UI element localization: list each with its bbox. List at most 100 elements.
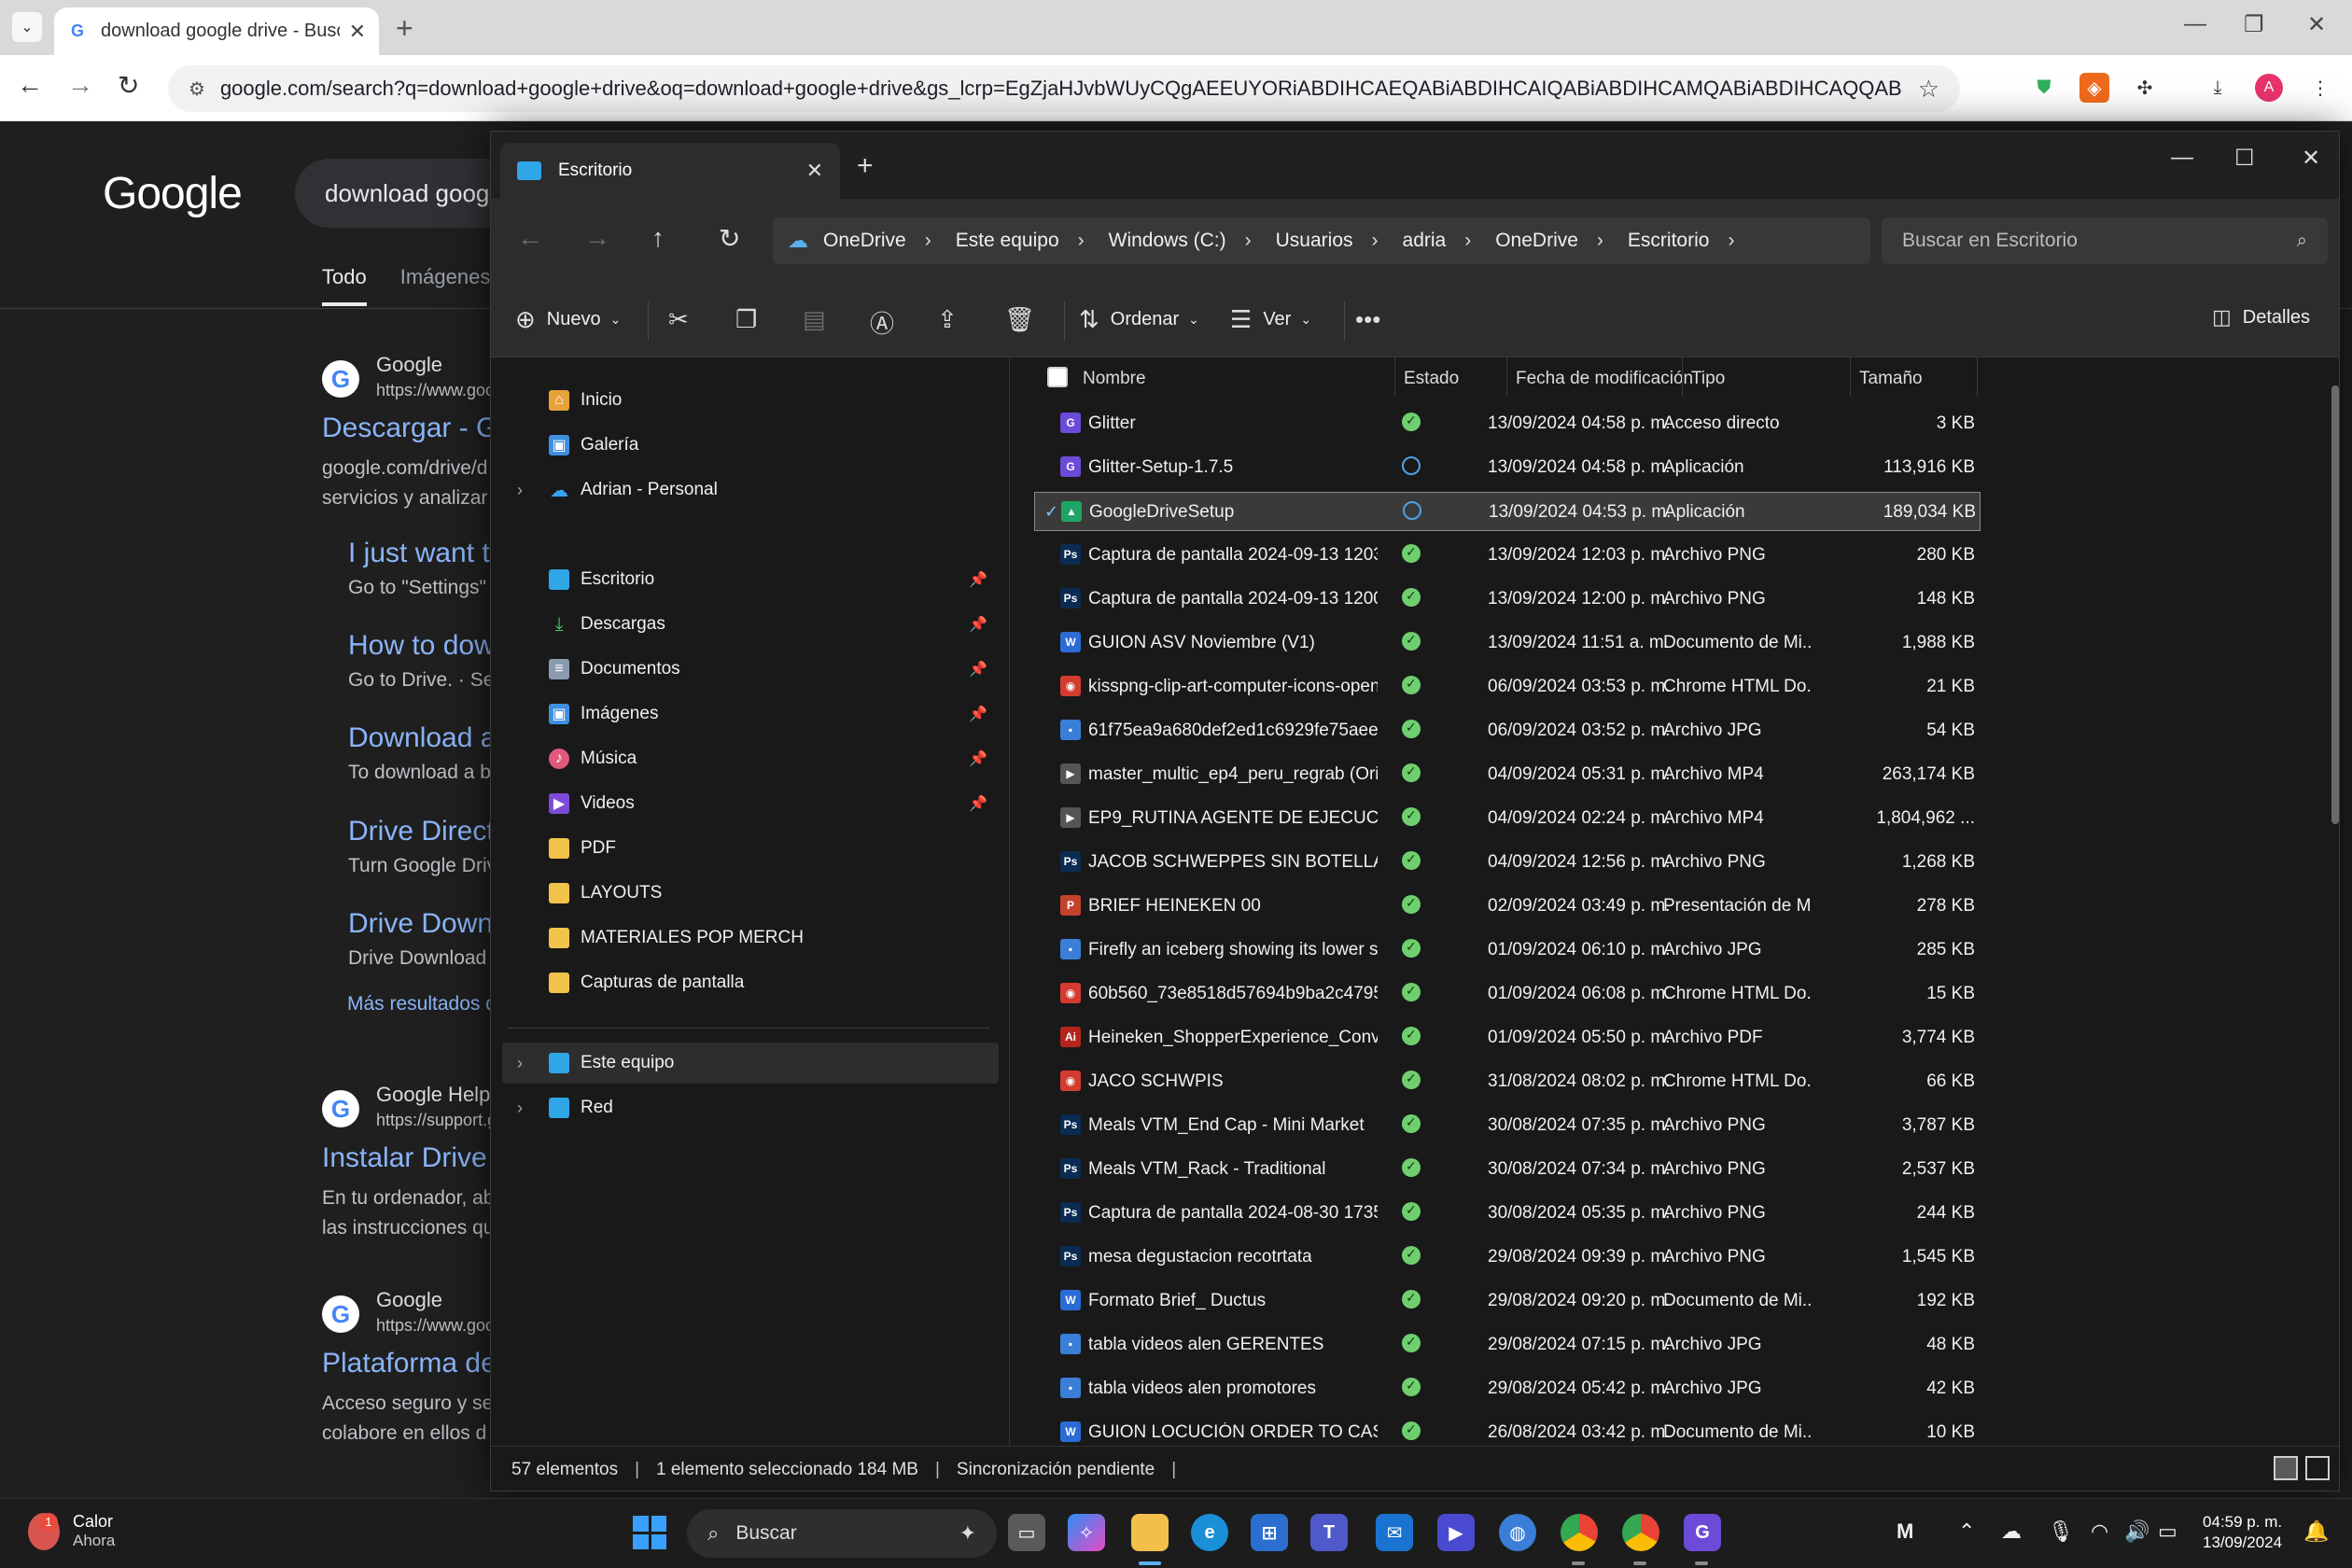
file-row[interactable]: Ps Captura de pantalla 2024-09-13 1200...… (1034, 580, 1981, 619)
nav-item-folder[interactable]: PDF (502, 828, 999, 869)
result-url[interactable]: https://www.goo (376, 381, 495, 400)
breadcrumb-item[interactable]: OneDrive (823, 230, 906, 252)
nav-item-this-pc[interactable]: › Este equipo (502, 1043, 999, 1084)
browser-tab-active[interactable]: G download google drive - Buscar ✕ (54, 7, 379, 55)
close-window-icon[interactable]: ✕ (2307, 11, 2326, 38)
restore-icon[interactable]: ❐ (2244, 11, 2264, 38)
tab-search-button[interactable]: ⌄ (12, 12, 42, 42)
rename-button[interactable]: Ⓐ (870, 305, 905, 340)
nav-item-folder[interactable]: LAYOUTS (502, 873, 999, 914)
breadcrumb-item[interactable]: adria (1403, 230, 1447, 252)
chevron-up-icon[interactable]: ⌃ (1958, 1519, 1975, 1544)
view-button[interactable]: ☰ Ver ⌄ (1230, 305, 1311, 334)
up-arrow-icon[interactable]: ↑ (651, 223, 665, 253)
nav-item-gallery[interactable]: ▣ Galería (502, 425, 999, 466)
file-explorer-icon[interactable] (1131, 1514, 1169, 1551)
minimize-icon[interactable]: — (2184, 11, 2206, 37)
vertical-scrollbar[interactable] (2331, 385, 2339, 824)
more-menu-icon[interactable]: ⋮ (2305, 73, 2335, 103)
reload-icon[interactable]: ↻ (118, 70, 139, 101)
close-window-icon[interactable]: ✕ (2302, 145, 2320, 172)
file-row[interactable]: ▶ EP9_RUTINA AGENTE DE EJECUCIÓN_... 04/09… (1034, 799, 1981, 838)
new-tab-button[interactable]: + (396, 11, 413, 46)
breadcrumb-item[interactable]: Windows (C:) (1109, 230, 1226, 252)
weather-widget[interactable]: 1 Calor Ahora (28, 1512, 115, 1550)
file-row[interactable]: ◉ kisspng-clip-art-computer-icons-open...… (1034, 667, 1981, 707)
file-row[interactable]: ▪ Firefly an iceberg showing its lower st… (1034, 931, 1981, 970)
share-button[interactable]: ⇪ (937, 305, 969, 334)
download-icon[interactable]: ⤓ (2203, 73, 2233, 103)
microphone-icon[interactable]: 🎙 (2048, 1519, 2074, 1544)
back-arrow-icon[interactable]: ← (17, 70, 43, 100)
forward-arrow-icon[interactable]: → (584, 223, 610, 253)
file-row[interactable]: Ps Captura de pantalla 2024-08-30 1735...… (1034, 1194, 1981, 1233)
delete-button[interactable]: 🗑 (1004, 305, 1046, 334)
nav-item-folder[interactable]: MATERIALES POP MERCH (502, 917, 999, 959)
row-checkbox[interactable]: ✓ (1044, 502, 1058, 522)
paste-button[interactable]: ▤ (803, 305, 837, 334)
breadcrumb-item[interactable]: Escritorio (1628, 230, 1710, 252)
task-view-icon[interactable]: ▭ (1008, 1514, 1045, 1551)
file-row[interactable]: G Glitter-Setup-1.7.5 13/09/2024 04:58 p. … (1034, 448, 1981, 487)
nav-item-network[interactable]: › Red (502, 1087, 999, 1128)
new-button[interactable]: ⊕ Nuevo ⌄ (515, 305, 621, 334)
nav-item-desktop[interactable]: Escritorio 📌 (502, 559, 999, 600)
site-info-icon[interactable]: ⚙ (189, 77, 205, 101)
file-row[interactable]: ▪ 61f75ea9a680def2ed1c6929fe75aeee 06/09/2… (1034, 711, 1981, 750)
file-row[interactable]: P BRIEF HEINEKEN 00 02/09/2024 03:49 p. m.… (1034, 887, 1981, 926)
cut-button[interactable]: ✂ (668, 305, 700, 334)
google-logo[interactable]: Google (103, 168, 243, 219)
nav-item-folder[interactable]: Capturas de pantalla (502, 962, 999, 1003)
nav-item-pictures[interactable]: ▣ Imágenes 📌 (502, 693, 999, 735)
result-url[interactable]: https://www.goo (376, 1316, 495, 1336)
chrome-icon[interactable] (1561, 1514, 1598, 1551)
more-options-button[interactable]: ••• (1355, 305, 1392, 334)
back-arrow-icon[interactable]: ← (517, 223, 543, 253)
column-name[interactable]: Nombre (1083, 369, 1146, 389)
result-title[interactable]: Instalar Drive (322, 1142, 487, 1174)
taskbar-search[interactable]: ⌕ Buscar ✦ (687, 1509, 997, 1558)
app-icon[interactable]: ▶ (1437, 1514, 1475, 1551)
nav-item-videos[interactable]: ▶ Videos 📌 (502, 783, 999, 824)
glitter-icon[interactable]: G (1684, 1514, 1721, 1551)
bookmark-star-icon[interactable]: ☆ (1918, 75, 1939, 104)
file-row[interactable]: Ai Heineken_ShopperExperience_Conveni... 0… (1034, 1018, 1981, 1057)
file-row[interactable]: Ps JACOB SCHWEPPES SIN BOTELLA 04/09/2024 … (1034, 843, 1981, 882)
chevron-right-icon[interactable]: › (517, 481, 523, 500)
nav-item-documents[interactable]: ≡ Documentos 📌 (502, 649, 999, 690)
nav-item-home[interactable]: ⌂ Inicio (502, 380, 999, 421)
nav-item-music[interactable]: ♪ Música 📌 (502, 738, 999, 779)
nav-item-onedrive-personal[interactable]: › ☁ Adrian - Personal (502, 469, 999, 511)
maximize-icon[interactable]: ☐ (2234, 145, 2255, 172)
sublink-title[interactable]: How to dow (348, 630, 495, 662)
explorer-tab[interactable]: Escritorio ✕ (500, 143, 840, 199)
refresh-icon[interactable]: ↻ (719, 223, 740, 254)
file-row[interactable]: Ps mesa degustacion recotrtata 29/08/2024 … (1034, 1238, 1981, 1277)
mail-icon[interactable]: ✉ (1376, 1514, 1413, 1551)
sublink-title[interactable]: Drive Direct (348, 816, 495, 847)
file-row[interactable]: W Formato Brief_ Ductus 29/08/2024 09:20 p… (1034, 1281, 1981, 1321)
start-button[interactable] (633, 1516, 666, 1549)
sublink-title[interactable]: Download a (348, 722, 496, 754)
file-row[interactable]: Ps Meals VTM_End Cap - Mini Market 30/08/2… (1034, 1106, 1981, 1145)
file-row[interactable]: ✓ ▲ GoogleDriveSetup 13/09/2024 04:53 p. m.… (1034, 492, 1981, 531)
breadcrumb-item[interactable]: OneDrive (1495, 230, 1578, 252)
battery-icon[interactable]: ▭ (2158, 1519, 2177, 1544)
file-row[interactable]: ◉ JACO SCHWPIS 31/08/2024 08:02 p. m.Chrom… (1034, 1062, 1981, 1101)
result-title[interactable]: Descargar - G (322, 413, 497, 444)
result-title[interactable]: Plataforma de (322, 1348, 497, 1379)
minimize-icon[interactable]: — (2171, 145, 2193, 171)
chrome-profile-icon[interactable] (1622, 1514, 1659, 1551)
copilot-icon[interactable]: ✧ (1068, 1514, 1105, 1551)
file-row[interactable]: Ps Captura de pantalla 2024-09-13 1203...… (1034, 536, 1981, 575)
details-view-icon[interactable] (2274, 1456, 2298, 1480)
wifi-icon[interactable]: ◠ (2091, 1519, 2108, 1544)
file-row[interactable]: W GUION ASV Noviembre (V1) 13/09/2024 11:5… (1034, 623, 1981, 663)
select-all-checkbox[interactable] (1047, 367, 1068, 387)
new-tab-button[interactable]: + (857, 150, 874, 182)
tiles-view-icon[interactable] (2305, 1456, 2330, 1480)
close-tab-icon[interactable]: ✕ (806, 159, 823, 183)
explorer-address-bar[interactable]: ☁ OneDrive › Este equipo › Windows (C:) › U… (773, 217, 1870, 264)
copy-button[interactable]: ❐ (735, 305, 768, 334)
sublink-title[interactable]: Drive Down (348, 908, 493, 940)
